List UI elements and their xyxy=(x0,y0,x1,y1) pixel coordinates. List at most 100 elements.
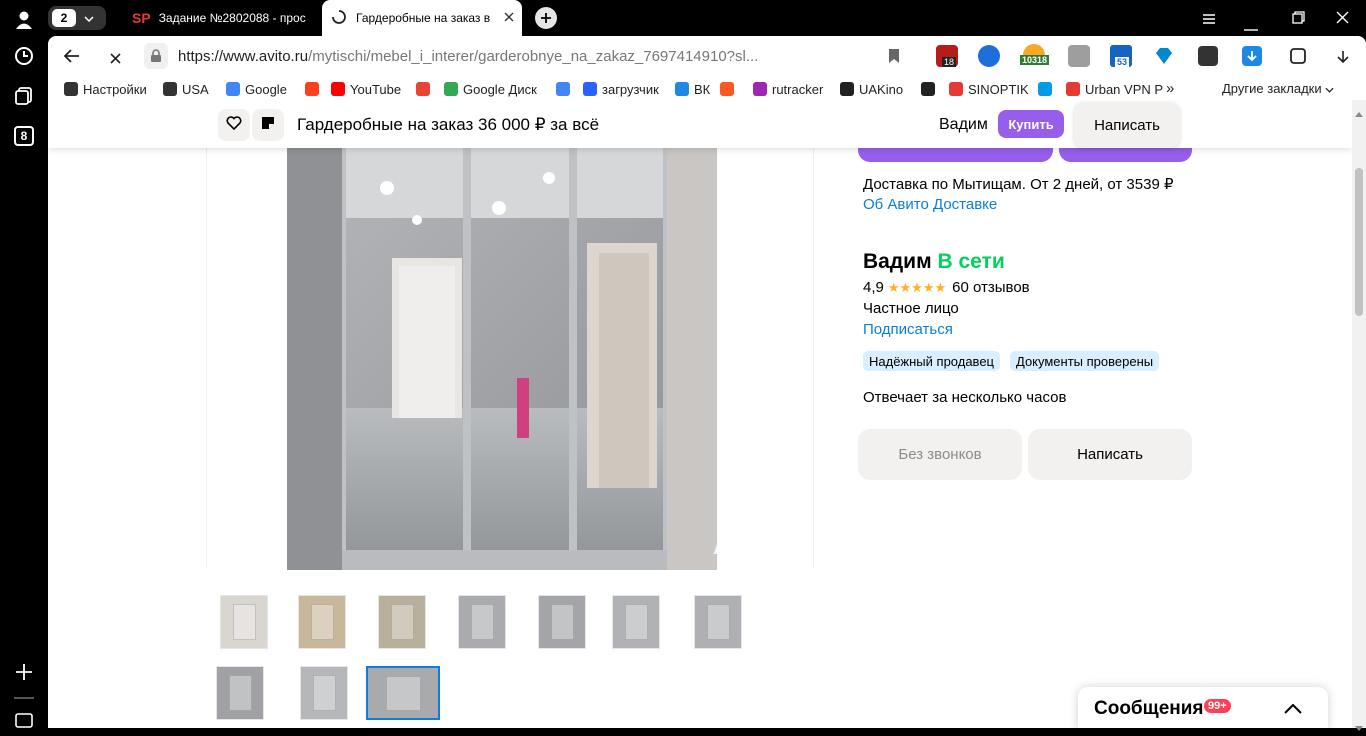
add-icon[interactable] xyxy=(8,656,40,688)
scroll-down-icon[interactable] xyxy=(1355,718,1363,736)
note-button[interactable] xyxy=(252,109,284,141)
briefcase-extension-icon[interactable] xyxy=(1068,45,1090,67)
bookmark-item[interactable]: UAKino xyxy=(840,80,903,98)
url-field[interactable]: https://www.avito.ru/mytischi/mebel_i_in… xyxy=(178,48,758,65)
bookmark-item[interactable] xyxy=(921,80,940,98)
thumbnail[interactable] xyxy=(298,595,346,649)
url-path: /mytischi/mebel_i_interer/garderobnye_na… xyxy=(308,48,759,65)
thumbnail-selected[interactable] xyxy=(366,666,440,720)
thumbnail[interactable] xyxy=(378,595,426,649)
thumbnail[interactable] xyxy=(220,595,268,649)
profile-icon[interactable] xyxy=(8,4,40,36)
thumbnail[interactable] xyxy=(612,595,660,649)
chevron-up-icon[interactable] xyxy=(1284,701,1302,719)
other-bookmarks[interactable]: Другие закладки xyxy=(1222,81,1334,96)
bookmark-item[interactable] xyxy=(416,80,435,98)
address-toolbar: https://www.avito.ru/mytischi/mebel_i_in… xyxy=(48,36,1366,78)
extension-icon[interactable]: 18 xyxy=(936,45,958,67)
delivery-link[interactable]: Об Авито Доставке xyxy=(863,196,997,213)
menu-icon[interactable] xyxy=(1202,12,1216,30)
thumbnail[interactable] xyxy=(300,666,348,720)
heart-icon xyxy=(226,115,242,135)
bookmark-item[interactable] xyxy=(720,80,739,98)
scroll-thumb[interactable] xyxy=(1355,168,1363,316)
close-tab-icon[interactable] xyxy=(504,11,514,25)
collections-icon[interactable] xyxy=(8,80,40,112)
dark-extension-icon[interactable] xyxy=(1198,46,1218,66)
tab-group-button[interactable]: 2 xyxy=(48,6,106,30)
gear-icon xyxy=(64,82,78,96)
f-icon xyxy=(720,82,734,96)
thumbnail[interactable] xyxy=(538,595,586,649)
bookmark-item[interactable]: Google xyxy=(226,80,287,98)
thumbnail[interactable] xyxy=(216,666,264,720)
sticky-title: Гардеробные на заказ xyxy=(297,115,474,134)
lock-icon[interactable] xyxy=(144,43,168,69)
no-calls-button[interactable]: Без звонков xyxy=(858,429,1022,480)
bookmark-item[interactable]: YouTube xyxy=(331,80,401,98)
folder-chevron xyxy=(163,82,177,96)
history-icon[interactable] xyxy=(8,40,40,72)
tab-avito[interactable]: Гардеробные на заказ в xyxy=(322,0,522,36)
sticky-seller-name[interactable]: Вадим xyxy=(939,116,988,134)
bookmark-item[interactable]: загрузчик xyxy=(583,80,659,98)
bookmark-icon[interactable] xyxy=(888,48,900,69)
buy-button[interactable]: Купить xyxy=(998,110,1064,138)
thumbnail[interactable] xyxy=(458,595,506,649)
panel-toggle-icon[interactable] xyxy=(8,704,40,736)
bookmark-item[interactable]: rutracker xyxy=(753,80,823,98)
bookmark-item[interactable]: Google Диск xyxy=(444,80,537,98)
speed-extension-icon[interactable]: 10318 xyxy=(1020,44,1050,68)
sticky-write-button[interactable]: Написать xyxy=(1074,102,1180,148)
new-tab-button[interactable] xyxy=(535,7,557,29)
bookmark-label: Настройки xyxy=(83,81,147,97)
chess-icon xyxy=(921,82,935,96)
bookmark-item[interactable]: USA xyxy=(163,80,209,98)
messages-badge: 99+ xyxy=(1204,699,1231,713)
stop-icon[interactable] xyxy=(110,51,121,69)
url-domain: https://www.avito.ru xyxy=(178,48,309,65)
bookmark-label: SINOPTIK xyxy=(968,81,1029,97)
tab-bar: 2 SP Задание №2802088 - прос Гардеробные… xyxy=(48,0,1366,36)
bookmark-item[interactable]: ВК xyxy=(675,80,710,98)
gmail-icon xyxy=(416,82,430,96)
reviews-count: 60 отзывов xyxy=(952,279,1030,296)
thumbnail[interactable] xyxy=(694,595,742,649)
bookmark-item[interactable] xyxy=(556,80,575,98)
bookmark-label: загрузчик xyxy=(602,81,659,97)
rating-value: 4,9 xyxy=(863,279,884,296)
seller-name[interactable]: Вадим xyxy=(863,250,932,273)
drive-icon xyxy=(444,82,458,96)
tab-counter-icon[interactable]: 8 xyxy=(8,120,40,152)
diamond-extension-icon[interactable] xyxy=(1154,46,1174,71)
bookmark-label: UAKino xyxy=(859,81,904,97)
subscribe-link[interactable]: Подписаться xyxy=(863,321,953,338)
page-scrollbar[interactable] xyxy=(1352,100,1366,731)
tab-task[interactable]: SP Задание №2802088 - прос xyxy=(122,4,322,32)
thumbnail-image xyxy=(390,603,414,641)
bookmark-item[interactable]: Настройки xyxy=(64,80,147,98)
favorite-button[interactable] xyxy=(218,109,250,141)
bookmark-item[interactable]: SINOPTIK xyxy=(949,80,1029,98)
extensions-puzzle-icon[interactable] xyxy=(1288,46,1308,71)
rating-row[interactable]: 4,9 ★★★★★ 60 отзывов xyxy=(863,279,1030,296)
messages-widget[interactable]: Сообщения 99+ xyxy=(1078,687,1328,728)
close-window-icon[interactable] xyxy=(1336,11,1349,29)
download-arrow-icon[interactable] xyxy=(1336,50,1350,69)
minimize-icon[interactable] xyxy=(1244,18,1258,36)
scroll-up-icon[interactable] xyxy=(1355,104,1363,122)
rating-stars-icon: ★★★★★ xyxy=(887,279,947,295)
back-icon[interactable] xyxy=(63,49,80,68)
gallery-main[interactable]: Avito xyxy=(206,148,814,570)
bookmark-item[interactable]: Urban VPN P xyxy=(1066,80,1163,98)
bookmark-item[interactable] xyxy=(305,80,324,98)
response-time: Отвечает за несколько часов xyxy=(863,389,1067,406)
network-extension-icon[interactable] xyxy=(978,45,1000,67)
download-icon[interactable] xyxy=(1242,46,1262,66)
ext-badge: 18 xyxy=(942,57,957,67)
restore-icon[interactable] xyxy=(1292,11,1305,29)
bookmark-item[interactable] xyxy=(1038,80,1057,98)
calendar-extension-icon[interactable]: 53 xyxy=(1110,45,1132,67)
bookmarks-more[interactable]: » xyxy=(1166,80,1174,97)
write-button[interactable]: Написать xyxy=(1028,429,1192,480)
